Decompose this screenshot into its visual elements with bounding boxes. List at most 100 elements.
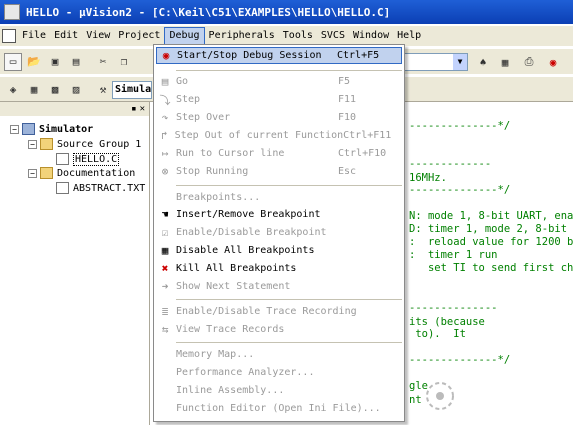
project-panel-header: ▪ ✕ xyxy=(0,102,149,116)
menu-file[interactable]: File xyxy=(18,27,50,45)
code-line: its (because xyxy=(409,316,485,328)
collapse-icon[interactable]: − xyxy=(28,168,37,178)
menu-item-trace-recording[interactable]: ≣ Enable/Disable Trace Recording xyxy=(156,303,402,320)
tree-file-abstract[interactable]: ABSTRACT.TXT xyxy=(56,181,145,195)
menu-item-go[interactable]: ▤ Go F5 xyxy=(156,73,402,90)
menu-separator xyxy=(176,299,402,300)
dock-icon[interactable]: ▪ xyxy=(131,104,136,114)
menu-item-disable-all[interactable]: ▦ Disable All Breakpoints xyxy=(156,242,402,259)
browse-icon[interactable]: ▦ xyxy=(496,53,514,71)
code-line: 16MHz. xyxy=(409,172,447,184)
menu-view[interactable]: View xyxy=(82,27,114,45)
menu-item-show-next[interactable]: ➜ Show Next Statement xyxy=(156,278,402,295)
folder-icon xyxy=(40,167,53,179)
menu-item-step-over[interactable]: ↷ Step Over F10 xyxy=(156,109,402,126)
collapse-icon[interactable]: − xyxy=(28,139,37,149)
menu-item-memory-map[interactable]: Memory Map... xyxy=(156,346,402,363)
menu-item-kill-all[interactable]: ✖ Kill All Breakpoints xyxy=(156,260,402,277)
menu-item-start-stop-debug[interactable]: ◉ Start/Stop Debug Session Ctrl+F5 xyxy=(156,47,402,64)
app-icon xyxy=(4,4,20,20)
code-line: D: timer 1, mode 2, 8-bit r xyxy=(409,223,573,235)
tree-docs[interactable]: − Documentation xyxy=(28,166,135,180)
menu-item-breakpoints[interactable]: Breakpoints... xyxy=(156,189,402,206)
target-icon xyxy=(22,123,35,135)
code-line: : reload value for 1200 ba xyxy=(409,236,573,248)
watermark-logo xyxy=(426,382,454,410)
run-to-cursor-icon: ↦ xyxy=(161,147,169,160)
menu-separator xyxy=(176,185,402,186)
code-line: --------------*/ xyxy=(409,184,511,196)
find-combo[interactable]: ▼ xyxy=(400,53,468,71)
menu-help[interactable]: Help xyxy=(393,27,425,45)
menu-separator xyxy=(176,70,402,71)
options-icon[interactable]: ⚒ xyxy=(94,80,112,98)
c-file-icon xyxy=(56,153,69,165)
enable-breakpoint-icon: ☑ xyxy=(161,226,169,239)
stop-build-icon[interactable]: ▨ xyxy=(67,80,85,98)
menu-window[interactable]: Window xyxy=(349,27,393,45)
menu-item-inline-assembly[interactable]: Inline Assembly... xyxy=(156,382,402,399)
menu-tools[interactable]: Tools xyxy=(279,27,317,45)
window-title: HELLO - µVision2 - [C:\Keil\C51\EXAMPLES… xyxy=(26,5,391,19)
menu-peripherals[interactable]: Peripherals xyxy=(205,27,279,45)
hand-icon: ☚ xyxy=(161,208,169,221)
debug-menu: ◉ Start/Stop Debug Session Ctrl+F5 ▤ Go … xyxy=(153,44,405,422)
debug-icon[interactable]: ◉ xyxy=(544,53,562,71)
save-icon[interactable]: ▣ xyxy=(46,53,64,71)
menu-item-step[interactable]: ⤵ Step F11 xyxy=(156,91,402,108)
print-icon[interactable]: ⎙ xyxy=(520,53,538,71)
folder-icon xyxy=(40,138,53,150)
code-line: ------------- xyxy=(409,158,492,170)
stop-icon: ⊗ xyxy=(161,165,169,178)
menu-item-insert-breakpoint[interactable]: ☚ Insert/Remove Breakpoint xyxy=(156,206,402,223)
target-select-value: Simula xyxy=(115,84,152,95)
build-icon[interactable]: ▦ xyxy=(25,80,43,98)
copy-icon[interactable]: ❐ xyxy=(115,53,133,71)
open-folder-icon[interactable]: 📂 xyxy=(25,53,43,71)
code-line: --------------*/ xyxy=(409,354,511,366)
view-trace-icon: ⇆ xyxy=(161,323,169,336)
menu-edit[interactable]: Edit xyxy=(50,27,82,45)
code-line: : timer 1 run xyxy=(409,249,498,261)
menu-item-function-editor[interactable]: Function Editor (Open Ini File)... xyxy=(156,400,402,417)
chevron-down-icon[interactable]: ▼ xyxy=(453,54,467,70)
new-file-icon[interactable]: ▭ xyxy=(4,52,22,71)
target-select[interactable]: Simula xyxy=(112,81,152,99)
step-over-icon: ↷ xyxy=(161,111,169,124)
trace-icon: ≣ xyxy=(161,305,169,318)
menu-project[interactable]: Project xyxy=(114,27,164,45)
rebuild-icon[interactable]: ▩ xyxy=(46,80,64,98)
tree-root[interactable]: − Simulator xyxy=(10,122,93,136)
menu-svcs[interactable]: SVCS xyxy=(317,27,349,45)
arrow-right-icon: ➜ xyxy=(161,280,169,293)
menu-item-view-trace[interactable]: ⇆ View Trace Records xyxy=(156,321,402,338)
save-all-icon[interactable]: ▤ xyxy=(67,53,85,71)
cut-icon[interactable]: ✂ xyxy=(94,53,112,71)
menu-bar: File Edit View Project Debug Peripherals… xyxy=(0,26,573,46)
code-line: -------------- xyxy=(409,302,498,314)
text-file-icon xyxy=(56,182,69,194)
menu-item-performance-analyzer[interactable]: Performance Analyzer... xyxy=(156,364,402,381)
collapse-icon[interactable]: − xyxy=(10,124,19,134)
step-out-icon: ↱ xyxy=(160,129,168,142)
menu-debug[interactable]: Debug xyxy=(164,27,205,45)
kill-all-icon: ✖ xyxy=(161,262,169,275)
menu-item-run-to-cursor[interactable]: ↦ Run to Cursor line Ctrl+F10 xyxy=(156,145,402,162)
project-workspace: ▪ ✕ − Simulator − Source Group 1 HELLO.C… xyxy=(0,102,150,425)
menu-item-enable-breakpoint[interactable]: ☑ Enable/Disable Breakpoint xyxy=(156,224,402,241)
go-icon: ▤ xyxy=(161,75,169,88)
menu-item-stop-running[interactable]: ⊗ Stop Running Esc xyxy=(156,163,402,180)
disable-all-icon: ▦ xyxy=(161,244,169,257)
binoculars-icon[interactable]: ♠ xyxy=(474,53,492,71)
menu-item-step-out[interactable]: ↱ Step Out of current Function Ctrl+F11 xyxy=(156,127,402,144)
translate-icon[interactable]: ◈ xyxy=(4,80,22,98)
title-bar: HELLO - µVision2 - [C:\Keil\C51\EXAMPLES… xyxy=(0,0,573,24)
code-line: --------------*/ xyxy=(409,120,511,132)
code-line: N: mode 1, 8-bit UART, enab xyxy=(409,210,573,222)
code-line: set TI to send first cha xyxy=(409,262,573,274)
code-line: to). It xyxy=(409,328,466,340)
close-icon[interactable]: ✕ xyxy=(140,104,145,114)
tree-file-hello[interactable]: HELLO.C xyxy=(56,152,120,166)
tree-group[interactable]: − Source Group 1 xyxy=(28,137,141,151)
document-icon[interactable] xyxy=(2,29,16,43)
